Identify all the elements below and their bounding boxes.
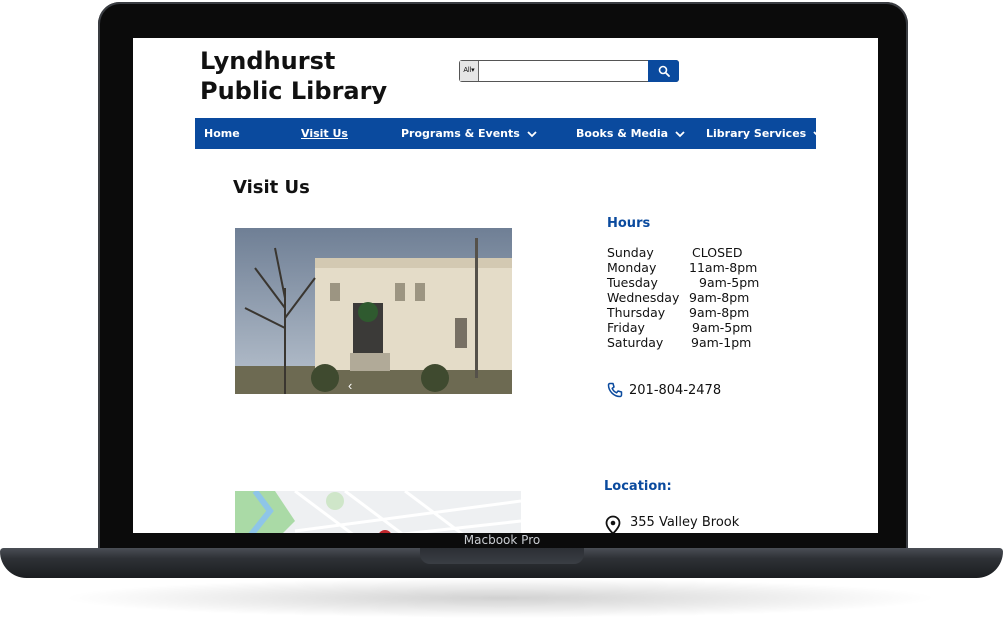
scope-chevron-icon: ▾ [471,67,475,74]
hours-time: 11am-8pm [689,260,758,275]
search-input[interactable] [479,61,648,81]
hours-day: Saturday [607,335,664,350]
hours-time: 9am-5pm [699,275,760,290]
browser-screen: Lyndhurst Public Library All▾ Home Visit… [133,38,878,533]
site-title-line2: Public Library [200,77,388,105]
search-bar: All▾ [459,60,679,82]
hours-row: Monday 11am-8pm [607,260,769,275]
search-scope-label: All [463,67,472,74]
phone-icon [607,382,623,398]
hours-day: Friday [607,320,645,335]
hours-day: Thursday [607,305,666,320]
main-nav: Home Visit Us Programs & Events Books & … [195,118,823,149]
hours-row: Thursday 9am-8pm [607,305,769,320]
nav-item-visit-us[interactable]: Visit Us [301,118,348,149]
hours-time: 9am-1pm [691,335,752,350]
hours-day: Tuesday [607,275,658,290]
hours-heading: Hours [607,216,651,231]
hours-time: CLOSED [692,245,743,260]
map-pin-icon [605,515,621,533]
hours-row: Wednesday 9am-8pm [607,290,769,305]
phone-number[interactable]: 201-804-2478 [629,383,721,398]
hours-day: Sunday [607,245,654,260]
nav-item-label: Visit Us [301,127,348,140]
carousel-prev-icon[interactable]: ‹ [348,378,352,393]
nav-item-label: Library Services [706,127,807,140]
chevron-down-icon [527,130,537,137]
nav-item-library-services[interactable]: Library Services [706,118,824,149]
nav-item-label: Books & Media [576,127,669,140]
hours-row: Friday 9am-5pm [607,320,769,335]
site-title-line1: Lyndhurst [200,47,336,75]
device-label: Macbook Pro [463,533,541,547]
chevron-down-icon [675,130,685,137]
address-line1: 355 Valley Brook [630,515,740,530]
nav-item-home[interactable]: Home [204,118,240,149]
hours-row: Tuesday 9am-5pm [607,275,769,290]
hours-day: Monday [607,260,657,275]
hours-row: Saturday 9am-1pm [607,335,769,350]
nav-item-label: Home [204,127,240,140]
nav-item-programs-events[interactable]: Programs & Events [401,118,538,149]
library-building-image [235,228,512,394]
hours-row: Sunday CLOSED [607,245,769,260]
search-button[interactable] [648,60,679,82]
laptop-shadow [60,578,940,618]
hours-time: 9am-8pm [689,290,750,305]
map-image [235,491,521,533]
chevron-down-icon [813,130,823,137]
hours-time: 9am-5pm [692,320,753,335]
page-title: Visit Us [233,177,310,198]
location-heading: Location: [604,479,672,494]
nav-item-books-media[interactable]: Books & Media [576,118,686,149]
hours-day: Wednesday [607,290,680,305]
nav-item-label: Programs & Events [401,127,520,140]
address: 355 Valley Brook [604,515,739,533]
library-photo-carousel[interactable]: ‹ [235,228,512,394]
hours-time: 9am-8pm [689,305,750,320]
search-scope-select[interactable]: All▾ [460,61,479,81]
location-map[interactable] [235,491,521,533]
laptop-notch [420,548,584,564]
search-icon [658,65,670,77]
hours-table: Sunday CLOSED Monday 11am-8pm Tuesday 9a… [607,245,769,350]
phone-contact[interactable]: 201-804-2478 [607,382,721,398]
site-title[interactable]: Lyndhurst Public Library [200,46,420,106]
